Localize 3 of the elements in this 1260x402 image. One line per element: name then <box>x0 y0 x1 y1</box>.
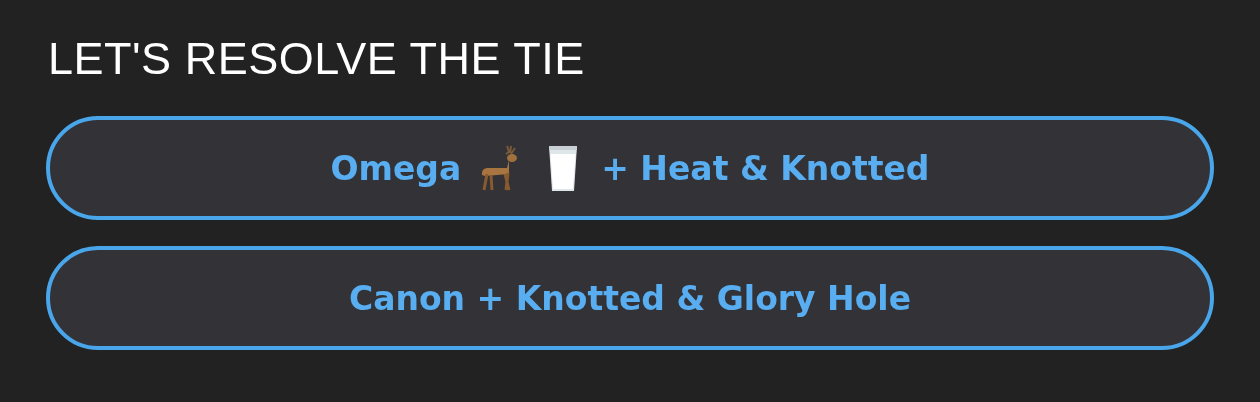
page-title: LET'S RESOLVE THE TIE <box>48 32 586 86</box>
option-button[interactable]: Omega + Heat & Knotted <box>46 116 1214 220</box>
option-button[interactable]: Canon + Knotted & Glory Hole <box>46 246 1214 350</box>
